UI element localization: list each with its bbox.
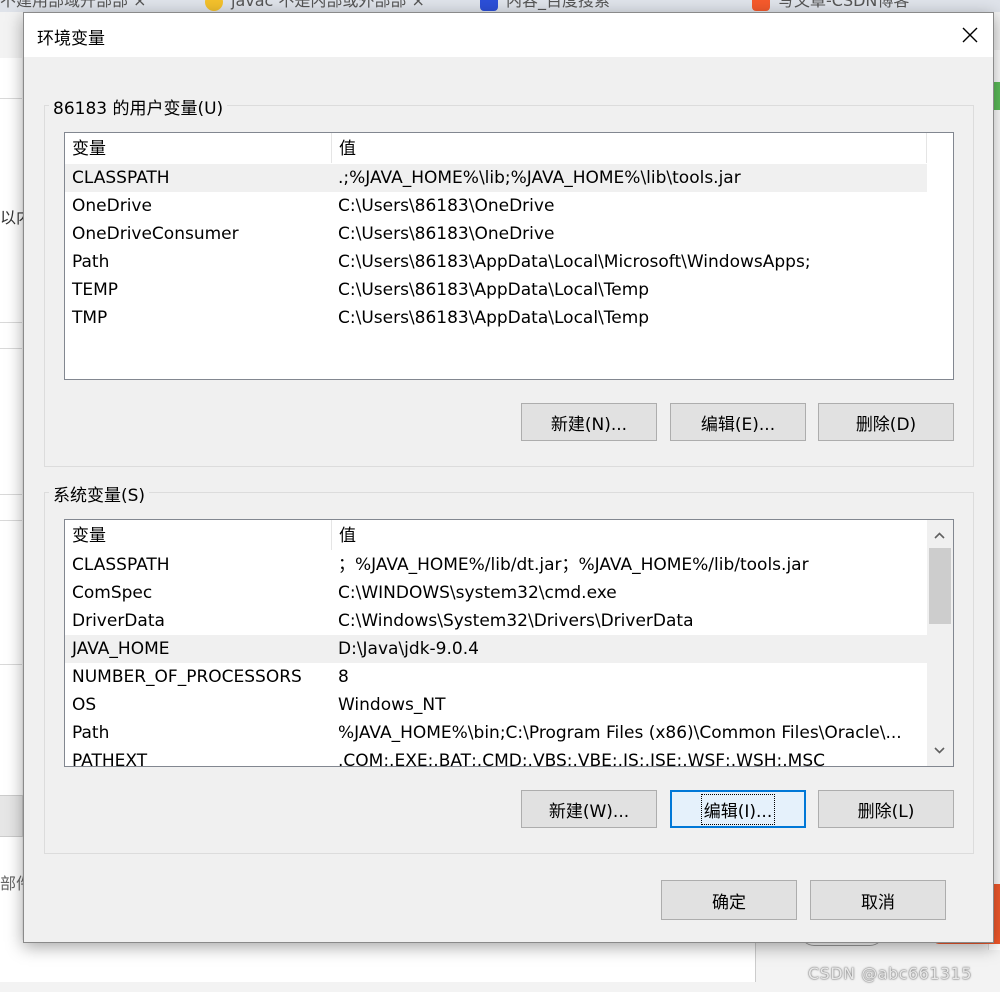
scroll-thumb[interactable] — [929, 548, 951, 624]
table-row[interactable]: Path C:\Users\86183\AppData\Local\Microso… — [65, 248, 927, 276]
table-row[interactable]: PATHEXT .COM;.EXE;.BAT;.CMD;.VBS;.VBE;.JS… — [65, 747, 927, 767]
variable-name-cell: OneDriveConsumer — [72, 224, 239, 244]
variable-name-cell: TMP — [72, 308, 108, 328]
system-edit-button[interactable]: 编辑(I)... — [670, 790, 806, 828]
environment-variables-dialog: 环境变量 86183 的用户变量(U) 变量 值 CLASSPATH .;%JAV… — [23, 12, 994, 943]
variable-name-cell: JAVA_HOME — [72, 639, 170, 659]
divider — [0, 348, 22, 349]
variable-name-cell: DriverData — [72, 611, 165, 631]
table-row[interactable]: CLASSPATH ；%JAVA_HOME%/lib/dt.jar；%JAVA_H… — [65, 551, 927, 579]
divider — [0, 98, 22, 99]
variable-value-cell: C:\Users\86183\OneDrive — [338, 224, 555, 244]
variable-name-cell: NUMBER_OF_PROCESSORS — [72, 667, 302, 687]
table-row[interactable]: OneDrive C:\Users\86183\OneDrive — [65, 192, 927, 220]
browser-tab[interactable]: 内容_百度搜索 — [480, 0, 610, 11]
table-row[interactable]: ComSpec C:\WINDOWS\system32\cmd.exe — [65, 579, 927, 607]
close-icon — [962, 27, 978, 43]
table-row[interactable]: TMP C:\Users\86183\AppData\Local\Temp — [65, 304, 927, 332]
table-row[interactable]: OneDriveConsumer C:\Users\86183\OneDrive — [65, 220, 927, 248]
user-delete-button[interactable]: 删除(D) — [818, 403, 954, 441]
scroll-up-button[interactable] — [931, 527, 948, 544]
system-variables-list[interactable]: 变量 值 CLASSPATH ；%JAVA_HOME%/lib/dt.jar；%J… — [64, 519, 954, 767]
variable-value-cell: C:\Windows\System32\Drivers\DriverData — [338, 611, 694, 631]
divider — [0, 322, 22, 323]
variable-value-cell: %JAVA_HOME%\bin;C:\Program Files (x86)\C… — [338, 723, 902, 743]
chevron-down-icon — [934, 747, 945, 754]
background-button-fragment — [0, 795, 23, 837]
variable-value-cell: C:\Users\86183\OneDrive — [338, 196, 555, 216]
column-header-name[interactable]: 变量 — [65, 520, 331, 550]
variable-name-cell: TEMP — [72, 280, 119, 300]
browser-tab[interactable]: 不建用部域开部部 × — [0, 0, 147, 11]
variable-name-cell: OS — [72, 695, 97, 715]
dialog-title: 环境变量 — [37, 29, 105, 49]
variable-name-cell: ComSpec — [72, 583, 153, 603]
close-button[interactable] — [947, 13, 993, 57]
variable-value-cell: C:\Users\86183\AppData\Local\Temp — [338, 280, 650, 300]
variable-value-cell: .;%JAVA_HOME%\lib;%JAVA_HOME%\lib\tools.… — [338, 168, 741, 188]
background-text: 以内 — [0, 208, 23, 227]
divider — [0, 494, 22, 495]
column-header-value[interactable]: 值 — [332, 133, 924, 163]
system-delete-button[interactable]: 删除(L) — [818, 790, 954, 828]
table-row[interactable]: Path %JAVA_HOME%\bin;C:\Program Files (x8… — [65, 719, 927, 747]
scroll-down-button[interactable] — [931, 742, 948, 759]
variable-value-cell: C:\WINDOWS\system32\cmd.exe — [338, 583, 617, 603]
dialog-titlebar[interactable]: 环境变量 — [24, 13, 993, 57]
variable-name-cell: OneDrive — [72, 196, 152, 216]
ok-button[interactable]: 确定 — [661, 880, 797, 920]
chevron-up-icon — [934, 532, 945, 539]
table-row[interactable]: NUMBER_OF_PROCESSORS 8 — [65, 663, 927, 691]
browser-tab[interactable]: 写文章-CSDN博客 — [752, 0, 909, 11]
system-new-button[interactable]: 新建(W)... — [521, 790, 657, 828]
divider — [0, 520, 22, 521]
variable-name-cell: Path — [72, 723, 110, 743]
table-row[interactable]: DriverData C:\Windows\System32\Drivers\Dr… — [65, 607, 927, 635]
background-bottom-panel — [0, 940, 756, 982]
variable-value-cell: .COM;.EXE;.BAT;.CMD;.VBS;.VBE;.JS;.JSE;.… — [338, 751, 826, 767]
variable-value-cell: C:\Users\86183\AppData\Local\Temp — [338, 308, 650, 328]
cancel-button[interactable]: 取消 — [810, 880, 946, 920]
variable-value-cell: D:\Java\jdk-9.0.4 — [338, 639, 479, 659]
browser-tab[interactable]: javac 不是内部或外部部 × — [205, 0, 425, 11]
user-new-button[interactable]: 新建(N)... — [521, 403, 657, 441]
vertical-scrollbar[interactable] — [927, 520, 953, 766]
emoji-tab-icon — [205, 0, 223, 11]
variable-value-cell: Windows_NT — [338, 695, 446, 715]
user-edit-button[interactable]: 编辑(E)... — [670, 403, 806, 441]
background-text: 部件 — [0, 874, 23, 893]
background-left-panel — [0, 58, 22, 980]
system-variables-label: 系统变量(S) — [49, 481, 150, 506]
list-header: 变量 值 — [65, 520, 927, 550]
user-variables-list[interactable]: 变量 值 CLASSPATH .;%JAVA_HOME%\lib;%JAVA_HO… — [64, 132, 954, 380]
column-separator[interactable] — [926, 133, 927, 163]
csdn-icon — [752, 0, 770, 11]
table-row[interactable]: OS Windows_NT — [65, 691, 927, 719]
column-header-name[interactable]: 变量 — [65, 133, 331, 163]
browser-tab-bar: 不建用部域开部部 × javac 不是内部或外部部 × 内容_百度搜索 写文章-… — [0, 0, 1000, 12]
variable-value-cell: 8 — [338, 667, 349, 687]
list-header: 变量 值 — [65, 133, 927, 163]
table-row[interactable]: TEMP C:\Users\86183\AppData\Local\Temp — [65, 276, 927, 304]
column-header-value[interactable]: 值 — [332, 520, 924, 550]
divider — [0, 664, 22, 665]
variable-value-cell: ；%JAVA_HOME%/lib/dt.jar；%JAVA_HOME%/lib/… — [338, 555, 809, 575]
baidu-icon — [480, 0, 498, 11]
csdn-watermark: CSDN @abc661315 — [808, 964, 973, 983]
user-variables-label: 86183 的用户变量(U) — [49, 94, 228, 119]
variable-name-cell: PATHEXT — [72, 751, 148, 767]
variable-name-cell: CLASSPATH — [72, 555, 170, 575]
table-row[interactable]: CLASSPATH .;%JAVA_HOME%\lib;%JAVA_HOME%\l… — [65, 164, 927, 192]
variable-name-cell: Path — [72, 252, 110, 272]
variable-value-cell: C:\Users\86183\AppData\Local\Microsoft\W… — [338, 252, 811, 272]
table-row[interactable]: JAVA_HOME D:\Java\jdk-9.0.4 — [65, 635, 927, 663]
variable-name-cell: CLASSPATH — [72, 168, 170, 188]
